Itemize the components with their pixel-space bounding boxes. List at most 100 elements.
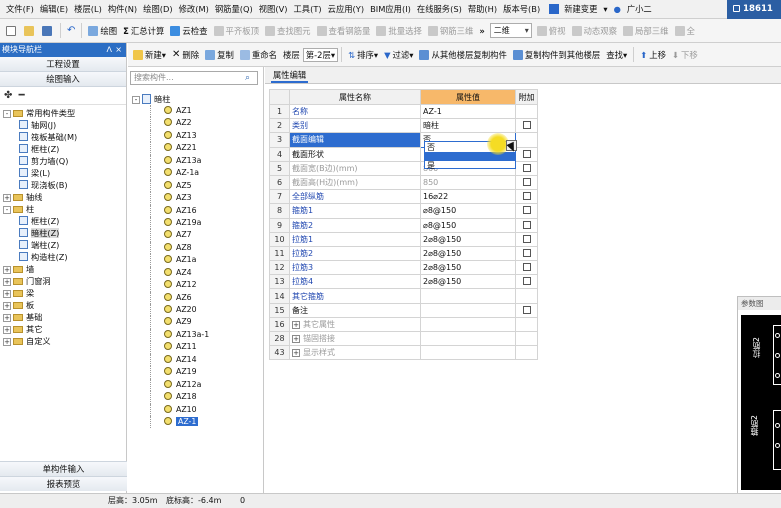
property-value-cell[interactable] <box>420 316 516 333</box>
component-item[interactable]: AZ19a <box>132 216 260 230</box>
expand-toggle-icon[interactable]: + <box>3 338 11 346</box>
nav-tree-item[interactable]: 现浇板(B) <box>3 179 126 191</box>
component-item[interactable]: AZ1 <box>132 105 260 118</box>
menu-help[interactable]: 帮助(H) <box>465 0 500 19</box>
menu-version[interactable]: 版本号(B) <box>500 0 543 19</box>
pin-icon[interactable]: ᐱ <box>107 43 112 57</box>
nav-tree-item[interactable]: 剪力墙(Q) <box>3 155 126 167</box>
property-row[interactable]: 8 箍筋1 ⌀8@150 <box>269 203 538 219</box>
property-value-cell[interactable] <box>420 288 516 304</box>
property-value-cell[interactable]: 16⌀22 <box>420 189 516 205</box>
new-component-button[interactable]: 新建 ▾ <box>130 45 169 65</box>
component-item[interactable]: AZ10 <box>132 403 260 417</box>
undo-button[interactable]: ↶ <box>64 21 78 41</box>
expand-group-icon[interactable]: + <box>292 349 300 358</box>
project-settings-button[interactable]: 工程设置 <box>0 57 126 72</box>
rename-button[interactable]: 重命名 <box>237 45 280 65</box>
menu-tools[interactable]: 工具(T) <box>291 0 325 19</box>
expand-group-icon[interactable]: + <box>292 335 300 344</box>
nav-tree-item[interactable]: + 梁 <box>3 287 126 299</box>
property-value-cell[interactable]: 2⌀8@150 <box>420 260 516 276</box>
menu-floor[interactable]: 楼层(L) <box>71 0 105 19</box>
new-file-button[interactable] <box>3 21 21 41</box>
rebar-3d-button[interactable]: 钢筋三维 <box>425 21 477 41</box>
expand-toggle-icon[interactable]: + <box>3 326 11 334</box>
component-item[interactable]: AZ12 <box>132 279 260 293</box>
extra-checkbox[interactable] <box>522 248 531 257</box>
nav-tree-item[interactable]: + 墙 <box>3 263 126 275</box>
find-element-button[interactable]: 查找图元 <box>262 21 314 41</box>
nav-tree-item[interactable]: 端柱(Z) <box>3 239 126 251</box>
local-3d-button[interactable]: 局部三维 <box>620 21 672 41</box>
collapse-toggle-icon[interactable]: - <box>132 96 140 104</box>
menu-view[interactable]: 视图(V) <box>256 0 291 19</box>
nav-tree-item[interactable]: -柱 <box>3 203 126 215</box>
collapse-toggle-icon[interactable]: - <box>3 110 11 118</box>
dropdown-option-yes[interactable]: 是 <box>425 161 515 170</box>
property-value-cell[interactable]: 2⌀8@150 <box>420 231 516 247</box>
property-row[interactable]: 11 拉筋2 2⌀8@150 <box>269 245 538 262</box>
component-item[interactable]: AZ16 <box>132 204 260 218</box>
property-row[interactable]: 12 拉筋3 2⌀8@150 <box>269 260 538 276</box>
nav-tree-item[interactable]: 构造柱(Z) <box>3 251 126 263</box>
menu-component[interactable]: 构件(N) <box>105 0 140 19</box>
component-item[interactable]: AZ6 <box>132 291 260 305</box>
find-button[interactable]: 查找 ▾ <box>603 45 630 65</box>
component-item[interactable]: AZ7 <box>132 229 260 243</box>
property-value-cell[interactable]: 2⌀8@150 <box>420 274 516 290</box>
nav-tree-item[interactable]: + 其它 <box>3 323 126 335</box>
nav-tree-item[interactable]: 轴网(J) <box>3 119 126 131</box>
expand-toggle-icon[interactable]: + <box>3 314 11 322</box>
expand-toggle-icon[interactable]: + <box>3 194 11 202</box>
menu-cloud[interactable]: 云应用(Y) <box>325 0 367 19</box>
property-row[interactable]: 6 截面高(H边)(mm) 850 <box>269 174 538 191</box>
component-search-input[interactable]: 搜索构件... ⌕ <box>130 71 258 85</box>
component-item[interactable]: AZ13 <box>132 129 260 143</box>
property-row[interactable]: 14 其它箍筋 <box>269 288 538 304</box>
component-tree-root[interactable]: - 暗柱 <box>132 93 260 105</box>
expand-toggle-icon[interactable]: + <box>3 278 11 286</box>
menu-draw[interactable]: 绘图(D) <box>140 0 175 19</box>
component-item[interactable]: AZ-1a <box>132 167 260 181</box>
extra-checkbox[interactable] <box>522 277 531 286</box>
extra-checkbox[interactable] <box>522 192 531 201</box>
filter-button[interactable]: ▼ 过滤 ▾ <box>381 45 416 65</box>
nav-tree-item[interactable]: + 轴线 <box>3 191 126 203</box>
expand-toggle-icon[interactable]: + <box>3 266 11 274</box>
save-button[interactable] <box>39 21 57 41</box>
open-file-button[interactable] <box>21 21 39 41</box>
move-up-button[interactable]: ⬆ 上移 <box>637 45 669 65</box>
property-value-cell[interactable]: 850 <box>420 174 516 191</box>
new-change-menu[interactable]: 新建变更 <box>561 0 600 19</box>
extra-checkbox[interactable] <box>522 149 531 158</box>
component-item[interactable]: AZ19 <box>132 366 260 380</box>
nav-tree-item[interactable]: + 门窗洞 <box>3 275 126 287</box>
draw-input-button[interactable]: 绘图输入 <box>0 72 126 87</box>
property-row[interactable]: 9 箍筋2 ⌀8@150 <box>269 217 538 233</box>
view-mode-select[interactable]: 二维 <box>489 23 532 38</box>
close-icon[interactable]: × <box>115 43 122 57</box>
menu-rebar[interactable]: 钢筋量(Q) <box>212 0 256 19</box>
nav-tree-item[interactable]: 框柱(Z) <box>3 215 126 227</box>
copy-to-floor-button[interactable]: 复制构件到其他楼层 <box>510 45 603 65</box>
property-row[interactable]: 43 + 显示样式 <box>269 345 538 361</box>
nav-tree-item[interactable]: 暗柱(Z) <box>3 227 126 239</box>
property-value-cell[interactable] <box>420 330 516 347</box>
nav-tree-item[interactable]: + 自定义 <box>3 335 126 347</box>
property-row[interactable]: 7 全部纵筋 16⌀22 <box>269 189 538 205</box>
property-row[interactable]: 2 类别 暗柱 <box>269 118 538 134</box>
nav-tree-item[interactable]: - 常用构件类型 <box>3 107 126 119</box>
component-item[interactable]: AZ3 <box>132 192 260 205</box>
component-item[interactable]: AZ13a <box>132 154 260 168</box>
collapse-all-icon[interactable]: ━ <box>19 90 25 101</box>
extra-checkbox[interactable] <box>522 234 531 243</box>
component-item[interactable]: AZ1a <box>132 254 260 268</box>
component-item[interactable]: AZ18 <box>132 391 260 404</box>
component-item[interactable]: AZ21 <box>132 142 260 156</box>
tab-property-edit[interactable]: 属性编辑 <box>271 67 309 83</box>
nav-tree-item[interactable]: + 基础 <box>3 311 126 323</box>
single-component-input-button[interactable]: 单构件输入 <box>0 461 127 476</box>
component-item[interactable]: AZ20 <box>132 304 260 317</box>
extra-checkbox[interactable] <box>522 305 531 314</box>
sort-button[interactable]: ⇅ 排序 ▾ <box>345 45 381 65</box>
